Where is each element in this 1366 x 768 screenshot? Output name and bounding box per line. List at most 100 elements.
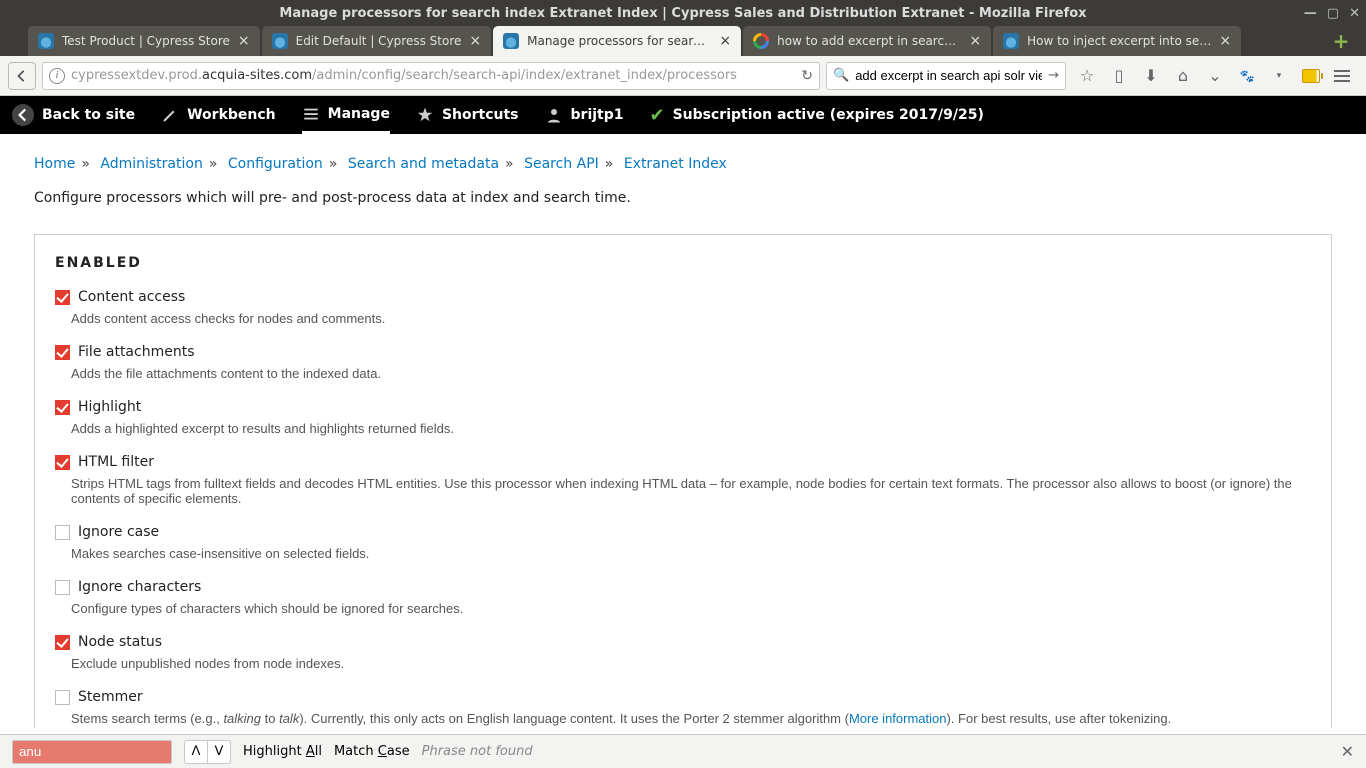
user-link[interactable]: brijtp1 bbox=[545, 106, 624, 124]
nav-toolbar: i cypressextdev.prod.acquia-sites.com/ad… bbox=[0, 56, 1366, 96]
drupal-icon bbox=[272, 33, 288, 49]
checkbox-highlight[interactable] bbox=[55, 400, 70, 415]
drupal-icon bbox=[38, 33, 54, 49]
find-prev-button[interactable]: ꓥ bbox=[184, 740, 208, 764]
processor-label[interactable]: HTML filter bbox=[78, 454, 154, 470]
search-icon: 🔍 bbox=[833, 68, 849, 83]
back-to-site-link[interactable]: Back to site bbox=[12, 104, 135, 126]
user-icon bbox=[545, 106, 563, 124]
processor-ignore-characters: Ignore characters Configure types of cha… bbox=[55, 579, 1311, 616]
url-bar[interactable]: i cypressextdev.prod.acquia-sites.com/ad… bbox=[42, 62, 820, 90]
processor-desc: Adds content access checks for nodes and… bbox=[71, 311, 1311, 326]
tab-manage-processors[interactable]: Manage processors for search i... × bbox=[493, 26, 741, 56]
downloads-icon[interactable]: ⬇ bbox=[1142, 66, 1160, 85]
processor-label[interactable]: Ignore case bbox=[78, 524, 159, 540]
tab-label: How to inject excerpt into searc... bbox=[1027, 34, 1211, 48]
processor-label[interactable]: Content access bbox=[78, 289, 185, 305]
close-tab-icon[interactable]: × bbox=[1219, 33, 1231, 49]
tab-google-search[interactable]: how to add excerpt in search ap... × bbox=[743, 26, 991, 56]
checkbox-content-access[interactable] bbox=[55, 290, 70, 305]
menu-icon[interactable] bbox=[1334, 70, 1352, 82]
find-next-button[interactable]: ꓦ bbox=[207, 740, 231, 764]
manage-link[interactable]: Manage bbox=[302, 96, 390, 134]
more-information-link[interactable]: More information bbox=[849, 711, 947, 726]
breadcrumb-home[interactable]: Home bbox=[34, 156, 75, 172]
checkbox-ignore-case[interactable] bbox=[55, 525, 70, 540]
processor-desc: Stems search terms (e.g., talking to tal… bbox=[71, 711, 1311, 726]
close-tab-icon[interactable]: × bbox=[719, 33, 731, 49]
minimize-icon[interactable]: — bbox=[1304, 6, 1317, 21]
breadcrumb-search-api[interactable]: Search API bbox=[524, 156, 599, 172]
close-window-icon[interactable]: ✕ bbox=[1349, 6, 1360, 21]
user-label: brijtp1 bbox=[571, 107, 624, 123]
bookmark-star-icon[interactable]: ☆ bbox=[1078, 66, 1096, 85]
tab-inject-excerpt[interactable]: How to inject excerpt into searc... × bbox=[993, 26, 1241, 56]
shortcuts-link[interactable]: Shortcuts bbox=[416, 106, 519, 124]
breadcrumb-admin[interactable]: Administration bbox=[100, 156, 202, 172]
checkbox-node-status[interactable] bbox=[55, 635, 70, 650]
content-scroll[interactable]: Home» Administration» Configuration» Sea… bbox=[0, 134, 1366, 728]
reload-icon[interactable]: ↻ bbox=[801, 68, 813, 84]
match-case-toggle[interactable]: Match Case bbox=[334, 744, 410, 759]
search-go-icon[interactable]: → bbox=[1048, 68, 1059, 83]
home-icon[interactable]: ⌂ bbox=[1174, 66, 1192, 85]
new-tab-button[interactable]: + bbox=[1326, 26, 1356, 56]
find-status: Phrase not found bbox=[422, 744, 533, 759]
library-icon[interactable]: ▯ bbox=[1110, 66, 1128, 85]
workbench-label: Workbench bbox=[187, 107, 276, 123]
highlight-all-toggle[interactable]: Highlight All bbox=[243, 744, 322, 759]
search-input[interactable] bbox=[855, 68, 1042, 83]
panel-heading: ENABLED bbox=[55, 255, 1311, 271]
tab-label: Test Product | Cypress Store bbox=[62, 34, 230, 48]
checkbox-file-attachments[interactable] bbox=[55, 345, 70, 360]
processor-desc: Configure types of characters which shou… bbox=[71, 601, 1311, 616]
breadcrumb: Home» Administration» Configuration» Sea… bbox=[34, 156, 1332, 172]
admin-toolbar: Back to site Workbench Manage Shortcuts … bbox=[0, 96, 1366, 134]
processor-label[interactable]: Ignore characters bbox=[78, 579, 201, 595]
back-to-site-label: Back to site bbox=[42, 107, 135, 123]
arrow-left-icon bbox=[15, 69, 29, 83]
checkbox-html-filter[interactable] bbox=[55, 455, 70, 470]
url-text: cypressextdev.prod.acquia-sites.com/admi… bbox=[71, 68, 795, 83]
info-icon[interactable]: i bbox=[49, 68, 65, 84]
processor-html-filter: HTML filter Strips HTML tags from fullte… bbox=[55, 454, 1311, 506]
tab-test-product[interactable]: Test Product | Cypress Store × bbox=[28, 26, 260, 56]
breadcrumb-search-meta[interactable]: Search and metadata bbox=[348, 156, 499, 172]
close-tab-icon[interactable]: × bbox=[469, 33, 481, 49]
breadcrumb-config[interactable]: Configuration bbox=[228, 156, 323, 172]
search-bar[interactable]: 🔍 → bbox=[826, 62, 1066, 90]
battery-icon[interactable] bbox=[1302, 69, 1320, 83]
breadcrumb-extranet[interactable]: Extranet Index bbox=[624, 156, 727, 172]
manage-label: Manage bbox=[328, 106, 390, 122]
find-bar: ꓥ ꓦ Highlight All Match Case Phrase not … bbox=[0, 734, 1366, 768]
find-close-icon[interactable]: ✕ bbox=[1341, 742, 1354, 761]
maximize-icon[interactable]: ▢ bbox=[1327, 6, 1339, 21]
back-button[interactable] bbox=[8, 62, 36, 90]
processor-stemmer: Stemmer Stems search terms (e.g., talkin… bbox=[55, 689, 1311, 726]
intro-text: Configure processors which will pre- and… bbox=[34, 190, 1332, 206]
dropdown-icon[interactable]: ▾ bbox=[1270, 71, 1288, 81]
processor-desc: Strips HTML tags from fulltext fields an… bbox=[71, 476, 1311, 506]
page-content: Home» Administration» Configuration» Sea… bbox=[0, 134, 1366, 728]
processor-desc: Makes searches case-insensitive on selec… bbox=[71, 546, 1311, 561]
drupal-icon bbox=[503, 33, 519, 49]
processor-label[interactable]: Stemmer bbox=[78, 689, 143, 705]
tab-label: how to add excerpt in search ap... bbox=[777, 34, 961, 48]
pencil-icon bbox=[161, 106, 179, 124]
processor-label[interactable]: File attachments bbox=[78, 344, 195, 360]
processor-desc: Exclude unpublished nodes from node inde… bbox=[71, 656, 1311, 671]
addon-icon[interactable]: 🐾 bbox=[1238, 69, 1256, 83]
checkbox-ignore-characters[interactable] bbox=[55, 580, 70, 595]
tab-edit-default[interactable]: Edit Default | Cypress Store × bbox=[262, 26, 492, 56]
workbench-link[interactable]: Workbench bbox=[161, 106, 276, 124]
close-tab-icon[interactable]: × bbox=[969, 33, 981, 49]
processor-content-access: Content access Adds content access check… bbox=[55, 289, 1311, 326]
close-tab-icon[interactable]: × bbox=[238, 33, 250, 49]
checkbox-stemmer[interactable] bbox=[55, 690, 70, 705]
drupal-icon bbox=[1003, 33, 1019, 49]
processor-label[interactable]: Node status bbox=[78, 634, 162, 650]
pocket-icon[interactable]: ⌄ bbox=[1206, 66, 1224, 85]
find-input[interactable] bbox=[12, 740, 172, 764]
processor-label[interactable]: Highlight bbox=[78, 399, 141, 415]
subscription-status[interactable]: ✔ Subscription active (expires 2017/9/25… bbox=[650, 105, 984, 126]
